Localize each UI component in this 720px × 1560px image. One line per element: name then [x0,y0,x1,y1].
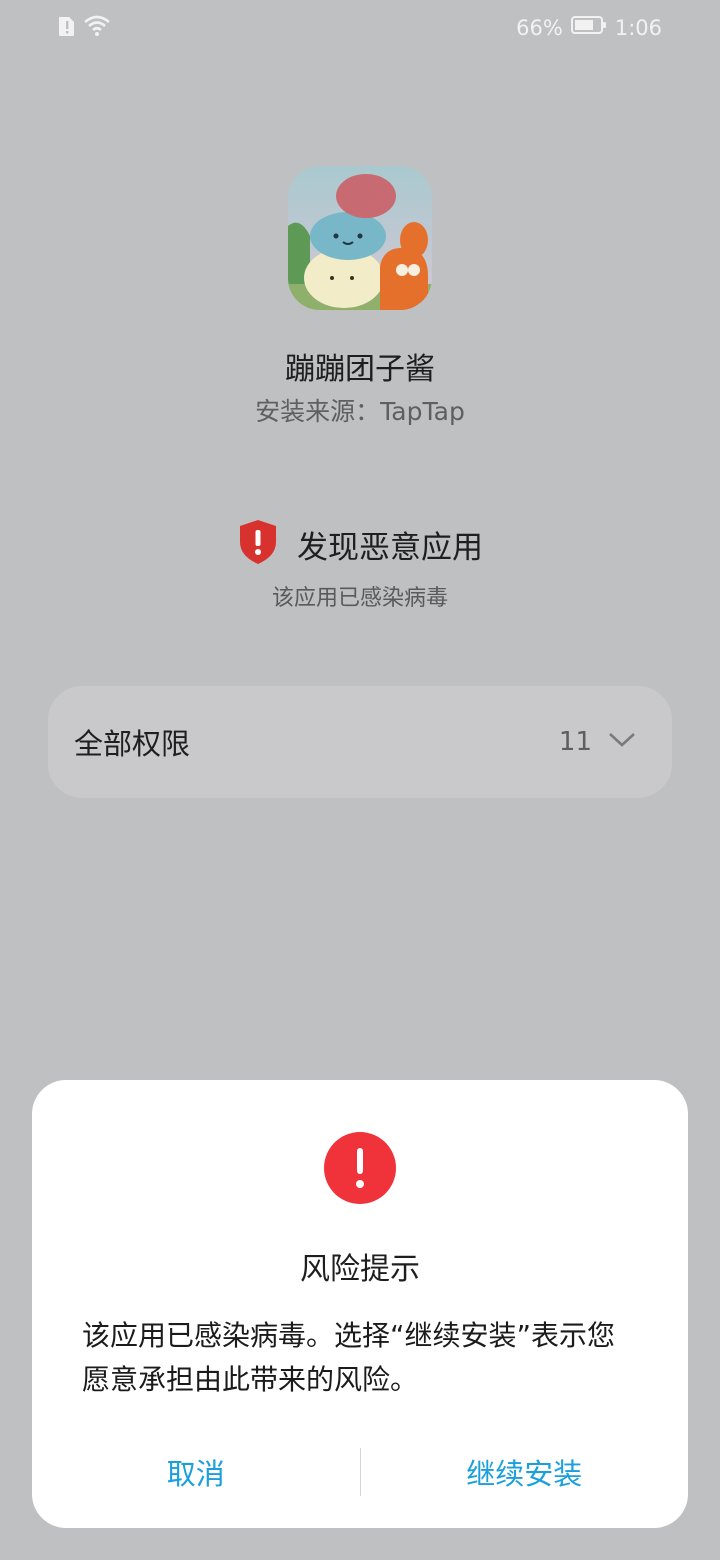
app-icon [288,166,432,310]
battery-icon [570,14,607,42]
status-bar: 66% 1:06 [0,0,720,56]
risk-dialog: 风险提示 该应用已感染病毒。选择“继续安装”表示您愿意承担由此带来的风险。 取消… [32,1080,688,1528]
permissions-count: 11 [558,727,592,757]
clock: 1:06 [614,16,662,40]
error-icon [324,1132,396,1204]
all-permissions-row[interactable]: 全部权限 11 [48,686,672,798]
app-name: 蹦蹦团子酱 [285,352,435,387]
cancel-button[interactable]: 取消 [32,1451,360,1493]
malware-warning: 发现恶意应用 [0,518,720,570]
install-source: 安装来源：TapTap [255,397,465,426]
warning-subtitle: 该应用已感染病毒 [271,586,448,611]
sim-alert-icon [58,14,76,42]
wifi-icon [84,15,110,41]
dialog-title: 风险提示 [300,1252,420,1287]
warning-title: 发现恶意应用 [297,529,483,566]
dialog-message: 该应用已感染病毒。选择“继续安装”表示您愿意承担由此带来的风险。 [82,1319,616,1396]
permissions-label: 全部权限 [74,727,191,761]
dialog-actions: 取消 继续安装 [32,1444,688,1500]
battery-percent: 66% [516,16,563,40]
shield-alert-icon [237,518,279,570]
chevron-down-icon [608,731,636,753]
continue-install-button[interactable]: 继续安装 [361,1451,689,1493]
